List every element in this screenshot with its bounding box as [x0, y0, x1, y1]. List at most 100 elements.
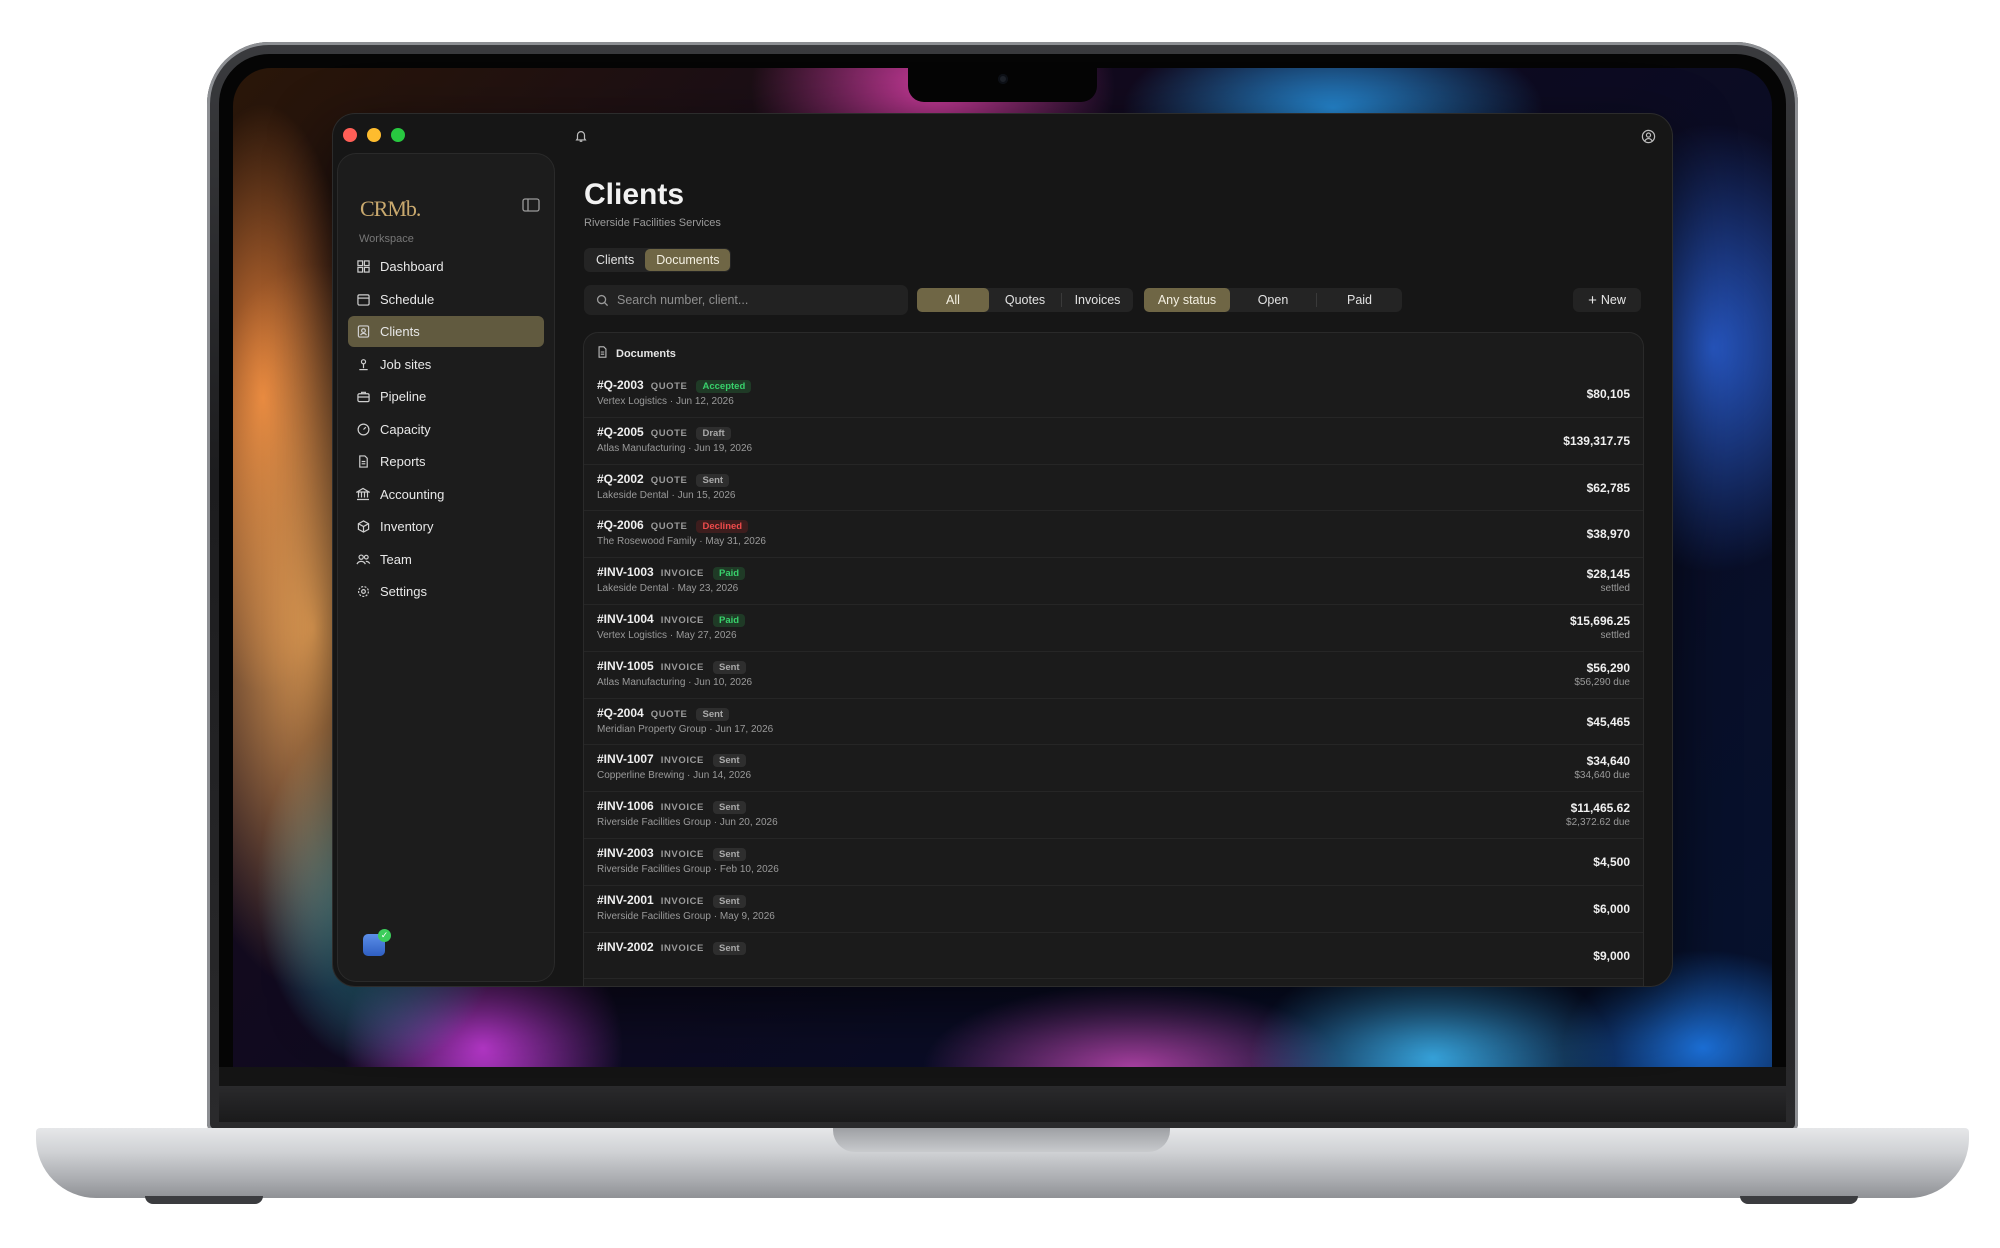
document-amount: $80,105 — [1586, 387, 1630, 401]
status-badge: Accepted — [696, 380, 752, 393]
filter-invoices[interactable]: Invoices — [1062, 288, 1133, 312]
document-number: #INV-2003 — [597, 845, 654, 860]
separator-dot: · — [685, 442, 695, 454]
sidebar-item-label: Job sites — [380, 356, 432, 372]
separator-dot: · — [685, 676, 695, 688]
document-row[interactable]: #INV-1006 INVOICE Sent Riverside Facilities… — [584, 792, 1643, 839]
document-number: #INV-1006 — [597, 799, 654, 814]
document-meta: Copperline Brewing · Jun 14, 2026 — [597, 770, 751, 781]
box-icon — [355, 519, 371, 535]
sidebar-toggle-icon[interactable] — [522, 198, 540, 214]
sidebar-item-team[interactable]: Team — [348, 544, 544, 575]
gauge-icon — [355, 421, 371, 437]
amount-status: $34,640 due — [1574, 770, 1630, 782]
client-name: Copperline Brewing — [597, 770, 685, 782]
new-document-button[interactable]: + New — [1573, 288, 1641, 312]
client-name: Lakeside Dental — [597, 583, 669, 595]
sidebar-item-label: Clients — [380, 324, 420, 339]
document-meta: Atlas Manufacturing · Jun 19, 2026 — [597, 443, 752, 454]
document-number: #Q-2002 — [597, 471, 644, 486]
client-name: Riverside Facilities Group — [597, 863, 711, 875]
document-row[interactable]: #INV-2002 INVOICE Sent $9,000 — [584, 933, 1643, 980]
page-title: Clients — [584, 178, 685, 211]
filter-all[interactable]: All — [917, 288, 989, 312]
separator-dot: · — [667, 629, 676, 641]
document-title-line: #INV-1006 INVOICE Sent — [597, 799, 746, 815]
document-title-line: #INV-2003 INVOICE Sent — [597, 845, 746, 861]
document-row[interactable]: #INV-1004 INVOICE Paid Vertex Logistics · M… — [584, 605, 1643, 652]
sidebar-item-clients[interactable]: Clients — [348, 316, 544, 347]
document-number: #INV-1004 — [597, 611, 654, 626]
sidebar-item-settings[interactable]: Settings — [348, 576, 544, 607]
document-row[interactable]: #INV-1005 INVOICE Sent Atlas Manufacturing … — [584, 652, 1643, 699]
document-type: QUOTE — [650, 708, 688, 720]
document-icon — [355, 454, 371, 470]
document-type: QUOTE — [650, 521, 688, 533]
search-box — [584, 285, 908, 315]
document-date: May 23, 2026 — [677, 583, 739, 595]
amount-status: $56,290 due — [1574, 676, 1630, 688]
checkmark-icon: ✓ — [378, 929, 391, 942]
sidebar-item-pipeline[interactable]: Pipeline — [348, 381, 544, 412]
document-row[interactable]: #Q-2006 QUOTE Declined The Rosewood Family … — [584, 511, 1643, 559]
document-date: May 31, 2026 — [705, 536, 766, 548]
tab-documents[interactable]: Documents — [645, 249, 731, 271]
new-button-label: New — [1600, 293, 1626, 307]
camera-icon — [998, 74, 1008, 84]
document-row[interactable]: #INV-2001 INVOICE Sent Riverside Facilities… — [584, 886, 1643, 933]
separator-dot: · — [710, 863, 720, 875]
minimize-window-button[interactable] — [367, 128, 381, 142]
document-amount: $34,640 — [1586, 754, 1630, 769]
document-number: #Q-2006 — [597, 518, 644, 533]
status-badge: Sent — [712, 754, 746, 768]
laptop-hinge — [219, 1086, 1786, 1122]
filter-quotes[interactable]: Quotes — [989, 288, 1061, 312]
sidebar-item-job-sites[interactable]: Job sites — [348, 349, 544, 380]
document-title-line: #Q-2002 QUOTE Sent — [597, 471, 730, 487]
sidebar-item-dashboard[interactable]: Dashboard — [348, 251, 544, 282]
document-row[interactable]: #Q-2004 QUOTE Sent Meridian Property Group … — [584, 699, 1643, 746]
search-input[interactable] — [617, 293, 897, 307]
sidebar-item-schedule[interactable]: Schedule — [348, 284, 544, 315]
laptop-foot — [145, 1196, 263, 1204]
document-type: INVOICE — [660, 942, 704, 954]
document-date: Jun 10, 2026 — [694, 676, 753, 688]
documents-list: #Q-2003 QUOTE Accepted Vertex Logistics · J… — [584, 371, 1643, 980]
tab-clients[interactable]: Clients — [585, 249, 645, 271]
document-row[interactable]: #INV-2003 INVOICE Sent Riverside Facilities… — [584, 839, 1643, 886]
sidebar-item-accounting[interactable]: Accounting — [348, 479, 544, 510]
sidebar-item-inventory[interactable]: Inventory — [348, 511, 544, 542]
bell-icon[interactable] — [569, 124, 593, 148]
filter-paid[interactable]: Paid — [1317, 288, 1402, 312]
status-filter: Any status Open Paid — [1144, 288, 1402, 312]
filter-any-status[interactable]: Any status — [1144, 288, 1230, 312]
separator-dot: · — [710, 910, 720, 922]
document-row[interactable]: #Q-2002 QUOTE Sent Lakeside Dental · Jun 15… — [584, 465, 1643, 512]
document-date: Jun 20, 2026 — [719, 817, 778, 829]
account-icon[interactable] — [1636, 124, 1660, 148]
zoom-window-button[interactable] — [391, 128, 405, 142]
client-name: Atlas Manufacturing — [597, 442, 686, 454]
filter-open[interactable]: Open — [1230, 288, 1316, 312]
status-badge: Sent — [712, 894, 746, 908]
client-name: Vertex Logistics — [597, 396, 668, 407]
amount-status: $2,372.62 due — [1566, 817, 1630, 829]
document-title-line: #Q-2003 QUOTE Accepted — [597, 378, 752, 393]
briefcase-icon — [355, 389, 371, 405]
document-row[interactable]: #INV-1003 INVOICE Paid Lakeside Dental · Ma… — [584, 558, 1643, 605]
sidebar-item-label: Settings — [380, 584, 427, 599]
documents-title: Documents — [616, 347, 676, 360]
document-meta: Vertex Logistics · May 27, 2026 — [597, 630, 737, 641]
separator-dot: · — [684, 770, 694, 782]
document-type: QUOTE — [650, 474, 688, 486]
sidebar-item-capacity[interactable]: Capacity — [348, 414, 544, 445]
sidebar-item-reports[interactable]: Reports — [348, 446, 544, 477]
separator-dot: · — [667, 396, 676, 407]
document-row[interactable]: #INV-1007 INVOICE Sent Copperline Brewing ·… — [584, 745, 1643, 793]
close-window-button[interactable] — [343, 128, 357, 142]
document-row[interactable]: #Q-2003 QUOTE Accepted Vertex Logistics · J… — [584, 371, 1643, 418]
app-logo: CRMb. — [360, 196, 421, 221]
document-row[interactable]: #Q-2005 QUOTE Draft Atlas Manufacturing · J… — [584, 418, 1643, 465]
document-amount: $9,000 — [1593, 948, 1630, 963]
document-title-line: #Q-2006 QUOTE Declined — [597, 518, 749, 534]
